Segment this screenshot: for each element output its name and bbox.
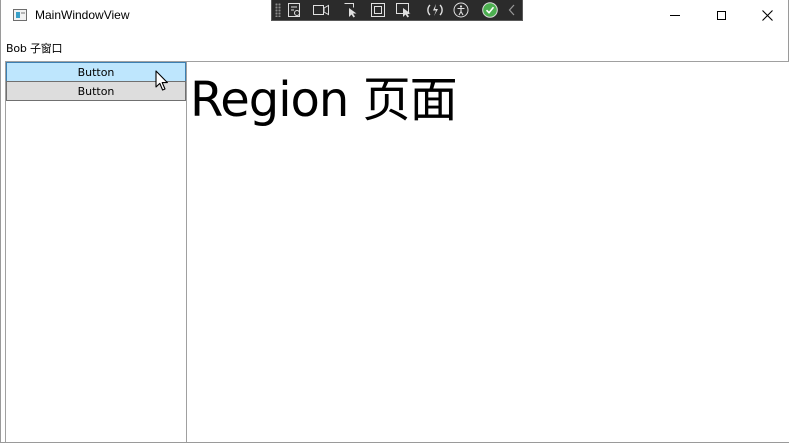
app-icon xyxy=(13,9,27,21)
close-icon xyxy=(761,10,773,21)
close-button[interactable] xyxy=(744,0,789,31)
minimize-icon xyxy=(670,15,680,16)
region-page-text: Region 页面 xyxy=(190,72,458,128)
main-window: MainWindowView Bob 子窗口 Button Button Reg… xyxy=(0,0,789,443)
status-check-icon[interactable] xyxy=(480,1,500,19)
window-title: MainWindowView xyxy=(35,8,130,22)
minimize-button[interactable] xyxy=(652,0,698,31)
runtime-devtools-toolbar xyxy=(271,0,523,21)
maximize-icon xyxy=(716,11,726,20)
menu-item-bob-subwindow[interactable]: Bob 子窗口 xyxy=(6,40,63,56)
display-layout-adorners-icon[interactable] xyxy=(368,1,388,19)
track-focus-icon[interactable] xyxy=(311,1,331,19)
toolbar-grip[interactable] xyxy=(275,3,281,17)
preview-selection-icon[interactable] xyxy=(394,1,414,19)
select-element-icon[interactable] xyxy=(341,1,361,19)
mouse-cursor-icon xyxy=(155,70,168,91)
hot-reload-icon[interactable] xyxy=(425,1,445,19)
collapse-toolbar-icon[interactable] xyxy=(504,1,520,19)
navigation-panel: Button Button xyxy=(5,61,187,442)
content-region: Region 页面 xyxy=(186,61,789,442)
visual-tree-icon[interactable] xyxy=(284,1,304,19)
accessibility-icon[interactable] xyxy=(451,1,471,19)
maximize-button[interactable] xyxy=(698,0,744,31)
